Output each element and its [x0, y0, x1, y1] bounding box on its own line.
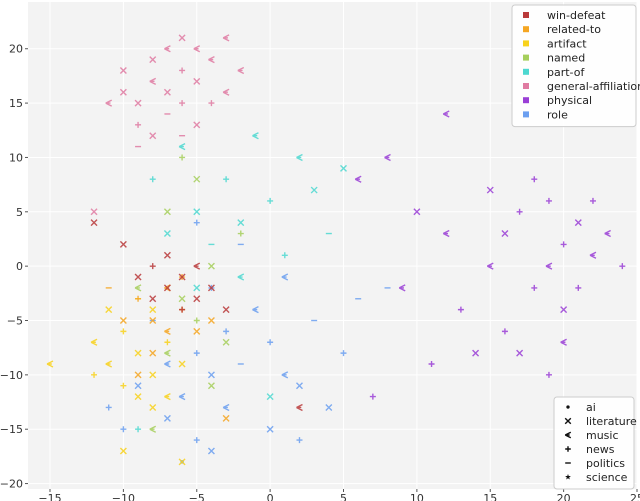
legend-swatch	[523, 54, 529, 61]
legend-label: politics	[586, 457, 625, 470]
legend-swatch	[523, 26, 529, 33]
legend-label: literature	[586, 415, 637, 428]
x-tick-label: −10	[112, 492, 135, 501]
y-tick-label: 5	[16, 206, 23, 219]
y-tick-label: −15	[0, 423, 23, 436]
x-tick-label: 25	[630, 492, 640, 501]
legend-label: physical	[547, 94, 592, 107]
legend-label: music	[586, 429, 619, 442]
x-tick-label: 5	[340, 492, 347, 501]
y-tick-label: 20	[9, 43, 23, 56]
x-tick-label: 15	[483, 492, 497, 501]
legend-label: science	[586, 471, 628, 484]
legend-label: artifact	[547, 37, 587, 50]
marker-legend: ailiteraturemusicnewspoliticsscience	[553, 396, 637, 490]
legend-label: news	[586, 443, 615, 456]
y-tick-label: 0	[16, 260, 23, 273]
legend-label: named	[547, 52, 585, 65]
legend-label: ai	[586, 401, 596, 414]
legend-swatch	[523, 111, 529, 118]
legend-swatch	[523, 68, 529, 75]
x-tick-label: 0	[267, 492, 274, 501]
x-tick-label: −15	[38, 492, 61, 501]
legend-swatch	[523, 97, 529, 104]
x-tick-label: 20	[557, 492, 571, 501]
legend-swatch	[523, 40, 529, 47]
y-tick-label: −10	[0, 369, 23, 382]
color-legend: win-defeatrelated-toartifact namedpart-of…	[511, 4, 640, 128]
legend-swatch	[523, 83, 529, 89]
scatter-chart: −15 −10 −5 0 5 10 15 20 25 −20 −15 −10 −5 0 5 10 15 20 wi…	[0, 2, 640, 501]
x-tick-label: −5	[189, 492, 205, 501]
legend-label: role	[547, 108, 568, 121]
legend-label: related-to	[547, 23, 601, 36]
x-tick-label: 10	[410, 492, 424, 501]
legend-marker-dot-icon	[566, 405, 570, 409]
legend-swatch	[523, 12, 529, 18]
y-tick-label: −20	[0, 478, 23, 491]
legend-label: general-affiliation	[547, 80, 640, 93]
y-tick-label: −5	[7, 315, 23, 328]
legend-label: part-of	[547, 66, 585, 79]
y-tick-label: 10	[9, 151, 23, 164]
y-tick-label: 15	[9, 97, 23, 110]
legend-label: win-defeat	[547, 9, 606, 22]
